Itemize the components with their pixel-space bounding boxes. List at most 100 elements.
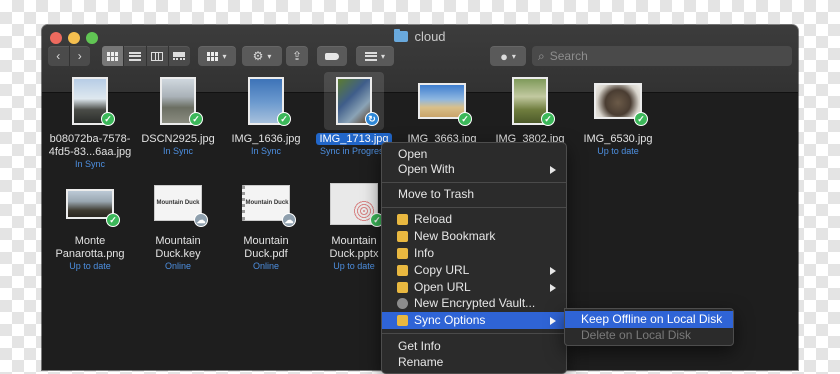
file-name-selected: IMG_1713.jpg	[316, 133, 392, 145]
sync-arrows-icon: ↻	[365, 112, 379, 126]
vault-icon	[397, 298, 408, 309]
file-item[interactable]: Mountain Duck ☁ Mountain Duck.key Online	[134, 183, 222, 283]
menu-item-new-bookmark[interactable]: New Bookmark	[382, 228, 566, 245]
menu-label: Sync Options	[414, 313, 486, 327]
mountain-duck-icon	[397, 231, 408, 242]
file-item[interactable]: ✓ Monte Panarotta.png Up to date	[46, 183, 134, 283]
menu-item-open-url[interactable]: Open URL	[382, 279, 566, 296]
search-field[interactable]: ⌕ Search	[532, 46, 792, 66]
search-placeholder: Search	[549, 49, 588, 63]
checkmark-icon: ✓	[189, 112, 203, 126]
search-icon: ⌕	[538, 48, 545, 63]
chevron-right-icon	[550, 166, 556, 174]
menu-item-copy-url[interactable]: Copy URL	[382, 262, 566, 279]
menu-label: Delete on Local Disk	[581, 328, 692, 342]
forward-button[interactable]: ›	[70, 46, 91, 66]
icon-grid-icon	[107, 51, 119, 61]
menu-label: Rename	[398, 355, 444, 369]
chevron-down-icon: ▾	[222, 51, 227, 61]
menu-label: Open With	[398, 162, 455, 176]
checkmark-icon: ✓	[634, 112, 648, 126]
menu-label: Info	[414, 246, 435, 260]
group-icon	[207, 51, 219, 61]
file-item[interactable]: ✓ IMG_6530.jpg Up to date	[574, 77, 662, 187]
file-name: Monte Panarotta.png	[55, 235, 125, 260]
menu-item-move-to-trash[interactable]: Move to Trash	[382, 186, 566, 203]
file-status: Online	[164, 261, 191, 271]
chevron-right-icon	[550, 267, 556, 275]
chevron-left-icon: ‹	[56, 49, 61, 63]
file-name: IMG_6530.jpg	[583, 133, 653, 145]
menu-separator	[382, 333, 566, 334]
file-item[interactable]: ✓ b08072ba-7578-4fd5-83...6aa.jpg In Syn…	[46, 77, 134, 187]
chevron-right-icon	[550, 284, 556, 292]
file-name: IMG_1636.jpg	[231, 133, 301, 145]
view-mode-control	[102, 46, 190, 66]
menu-label: Get Info	[398, 339, 441, 353]
arrange-icon	[364, 51, 377, 61]
gallery-view-button[interactable]	[169, 46, 190, 66]
share-button[interactable]: ⇪	[286, 46, 308, 66]
menu-item-sync-options[interactable]: Sync Options	[382, 312, 566, 329]
menu-item-new-encrypted-vault[interactable]: New Encrypted Vault...	[382, 295, 566, 312]
icon-view-button[interactable]	[102, 46, 125, 66]
submenu-item-delete-on-local: Delete on Local Disk	[565, 327, 733, 344]
mountain-duck-icon	[397, 282, 408, 293]
menu-label: Open URL	[414, 280, 471, 294]
menu-label: Open	[398, 147, 428, 161]
arrange-button[interactable]: ▾	[356, 46, 394, 66]
file-status: Online	[252, 261, 279, 271]
menu-label: New Encrypted Vault...	[414, 296, 536, 310]
window-title: cloud	[42, 29, 798, 44]
mountain-duck-menu-button[interactable]: ● ▾	[490, 46, 526, 66]
submenu-item-keep-offline[interactable]: Keep Offline on Local Disk	[565, 311, 733, 328]
mountain-duck-icon	[397, 315, 408, 326]
menu-label: Keep Offline on Local Disk	[581, 312, 723, 326]
thumb-text: Mountain Duck	[156, 200, 200, 206]
tag-icon	[325, 52, 339, 60]
menu-item-info[interactable]: Info	[382, 245, 566, 262]
action-button[interactable]: ⚙ ▾	[242, 46, 282, 66]
file-item[interactable]: ✓ DSCN2925.jpg In Sync	[134, 77, 222, 187]
mountain-duck-icon	[397, 248, 408, 259]
file-name: Mountain Duck.pdf	[243, 235, 289, 260]
file-item[interactable]: ✓ IMG_1636.jpg In Sync	[222, 77, 310, 187]
chevron-right-icon	[550, 317, 556, 325]
file-status: Up to date	[69, 261, 111, 271]
folder-icon	[394, 29, 409, 42]
list-icon	[128, 51, 141, 61]
back-button[interactable]: ‹	[48, 46, 70, 66]
menu-item-reload[interactable]: Reload	[382, 211, 566, 228]
menu-label: Move to Trash	[398, 187, 475, 201]
menu-item-open-with[interactable]: Open With	[382, 161, 566, 178]
columns-icon	[151, 51, 164, 61]
checkmark-icon: ✓	[101, 112, 115, 126]
file-name: Mountain Duck.key	[155, 235, 201, 260]
mountain-duck-icon	[397, 265, 408, 276]
file-status: In Sync	[250, 146, 281, 156]
file-status: In Sync	[74, 159, 105, 169]
context-menu: Open Open With Move to Trash Reload New …	[381, 142, 567, 374]
column-view-button[interactable]	[147, 46, 169, 66]
chevron-down-icon: ▾	[380, 51, 385, 61]
file-name: b08072ba-7578-4fd5-83...6aa.jpg	[48, 133, 132, 158]
checkmark-icon: ✓	[106, 213, 120, 227]
menu-label: New Bookmark	[414, 229, 496, 243]
chevron-right-icon: ›	[77, 49, 82, 63]
tags-button[interactable]	[317, 46, 347, 66]
cloud-icon: ☁	[194, 213, 208, 227]
group-by-button[interactable]: ▾	[198, 46, 236, 66]
checkmark-icon: ✓	[277, 112, 291, 126]
mountain-duck-icon	[397, 214, 408, 225]
menu-label: Reload	[414, 212, 453, 226]
back-forward-control: ‹ ›	[48, 46, 90, 66]
list-view-button[interactable]	[124, 46, 147, 66]
menu-item-get-info[interactable]: Get Info	[382, 338, 566, 355]
file-name: DSCN2925.jpg	[141, 133, 215, 145]
share-icon: ⇪	[291, 49, 303, 63]
checkmark-icon: ✓	[458, 112, 472, 126]
gallery-icon	[173, 51, 186, 61]
checkmark-icon: ✓	[541, 112, 555, 126]
window-title-text: cloud	[414, 29, 446, 44]
file-item[interactable]: Mountain Duck ☁ Mountain Duck.pdf Online	[222, 183, 310, 283]
